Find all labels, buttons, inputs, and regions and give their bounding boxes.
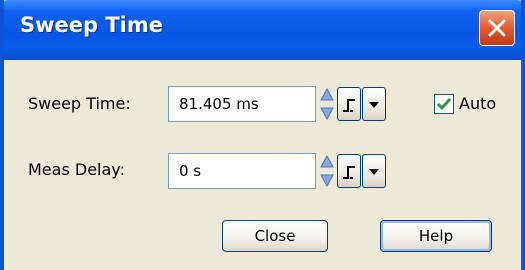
meas-delay-dropdown-button[interactable] bbox=[362, 154, 386, 188]
step-icon bbox=[343, 166, 355, 179]
auto-checkbox[interactable] bbox=[434, 94, 454, 114]
dropdown-arrow-icon bbox=[369, 169, 379, 175]
meas-delay-spinner[interactable] bbox=[320, 153, 334, 189]
meas-delay-label: Meas Delay: bbox=[28, 160, 125, 179]
sweep-time-label: Sweep Time: bbox=[28, 94, 131, 113]
meas-delay-step-button[interactable] bbox=[337, 154, 361, 188]
help-button[interactable]: Help bbox=[380, 220, 492, 252]
close-window-button[interactable] bbox=[479, 10, 515, 46]
sweep-time-dialog: Sweep Time Sweep Time: 81.405 ms Auto Me… bbox=[0, 0, 525, 270]
sweep-time-input[interactable]: 81.405 ms bbox=[168, 86, 316, 122]
step-icon bbox=[343, 99, 355, 112]
meas-delay-input[interactable]: 0 s bbox=[168, 153, 316, 189]
auto-label[interactable]: Auto bbox=[459, 94, 496, 113]
spin-up-icon bbox=[320, 87, 334, 101]
spin-up-icon bbox=[320, 154, 334, 168]
sweep-time-step-button[interactable] bbox=[337, 87, 361, 121]
close-button[interactable]: Close bbox=[222, 220, 328, 252]
sweep-time-spinner[interactable] bbox=[320, 86, 334, 122]
spin-down-icon bbox=[320, 174, 334, 188]
checkmark-icon bbox=[436, 98, 452, 111]
spin-down-icon bbox=[320, 107, 334, 121]
sweep-time-dropdown-button[interactable] bbox=[362, 87, 386, 121]
close-icon bbox=[488, 19, 506, 37]
dropdown-arrow-icon bbox=[369, 102, 379, 108]
title-bar[interactable]: Sweep Time bbox=[4, 0, 521, 60]
dialog-title: Sweep Time bbox=[20, 13, 164, 37]
